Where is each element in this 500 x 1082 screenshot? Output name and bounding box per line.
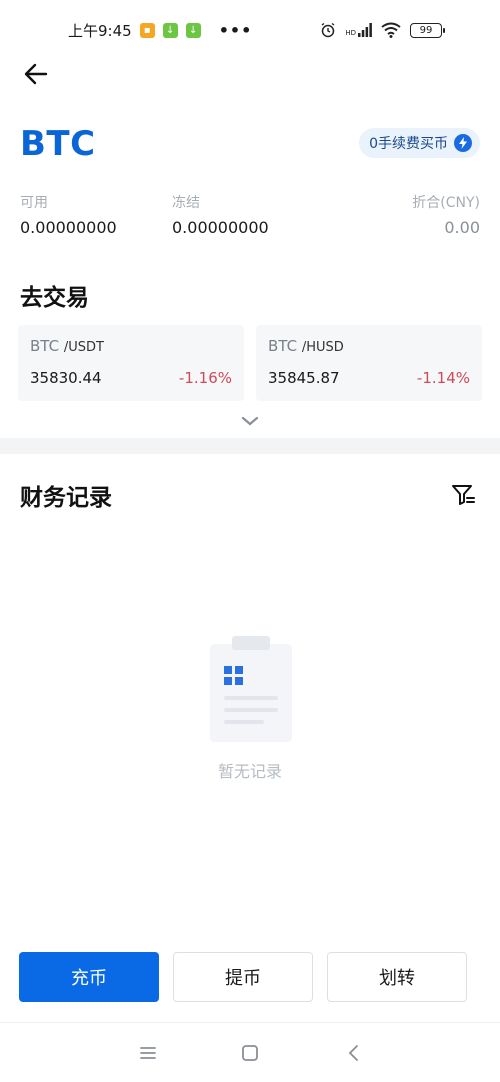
nav-back-icon[interactable] — [342, 1041, 366, 1065]
more-notifications-icon: ••• — [218, 20, 253, 40]
withdraw-button[interactable]: 提币 — [173, 952, 313, 1002]
deposit-button[interactable]: 充币 — [19, 952, 159, 1002]
transfer-button[interactable]: 划转 — [327, 952, 467, 1002]
section-divider — [0, 438, 500, 454]
status-bar: 上午9:45 ▪ ↓ ↓ ••• HD 99 — [0, 0, 500, 60]
pair-name: BTC /USDT — [30, 337, 232, 355]
status-right: HD 99 — [320, 22, 445, 38]
pair-base: BTC — [30, 337, 60, 355]
pair-change: -1.16% — [178, 369, 232, 387]
message-app-icon: ▪ — [139, 22, 155, 38]
signal-icon: HD — [345, 23, 372, 37]
chevron-down-icon[interactable] — [240, 414, 260, 428]
lightning-icon — [454, 134, 472, 152]
coin-title: BTC — [20, 124, 96, 164]
empty-records-text: 暂无记录 — [217, 762, 282, 781]
alarm-icon — [321, 22, 335, 38]
pair-change: -1.14% — [416, 369, 470, 387]
home-icon[interactable] — [238, 1041, 262, 1065]
zero-fee-buy-button[interactable]: 0手续费买币 — [359, 128, 480, 158]
download-icon: ↓ — [162, 22, 178, 38]
pair-stats: 35845.87 -1.14% — [268, 369, 470, 387]
filter-icon[interactable] — [450, 482, 476, 508]
records-title: 财务记录 — [20, 485, 112, 511]
pair-name: BTC /HUSD — [268, 337, 470, 355]
hd-label: HD — [345, 29, 356, 37]
wifi-icon — [381, 22, 401, 38]
pair-quote: /USDT — [63, 340, 104, 355]
status-left: 上午9:45 ▪ ↓ ↓ ••• — [68, 20, 252, 41]
trade-pair-card[interactable]: BTC /HUSD 35845.87 -1.14% — [256, 325, 482, 401]
converted-balance: 折合(CNY) 0.00 — [412, 192, 480, 237]
trade-title: 去交易 — [20, 285, 89, 311]
battery-indicator: 99 — [410, 22, 445, 38]
converted-value: 0.00 — [444, 218, 480, 237]
pair-quote: /HUSD — [301, 340, 344, 355]
back-button[interactable] — [22, 62, 50, 86]
arrow-left-icon — [24, 63, 48, 85]
frozen-label: 冻结 — [172, 195, 200, 211]
system-nav-bar — [0, 1022, 500, 1082]
pair-price: 35845.87 — [268, 369, 340, 387]
available-value: 0.00000000 — [20, 218, 117, 237]
converted-label: 折合(CNY) — [412, 195, 480, 211]
status-time: 上午9:45 — [68, 21, 132, 40]
download-icon-2: ↓ — [185, 22, 201, 38]
available-balance: 可用 0.00000000 — [20, 192, 117, 237]
zero-fee-label: 0手续费买币 — [369, 136, 448, 152]
frozen-value: 0.00000000 — [172, 218, 269, 237]
battery-level: 99 — [419, 24, 433, 36]
trade-pair-card[interactable]: BTC /USDT 35830.44 -1.16% — [18, 325, 244, 401]
available-label: 可用 — [20, 195, 48, 211]
pair-base: BTC — [268, 337, 298, 355]
pair-price: 35830.44 — [30, 369, 102, 387]
frozen-balance: 冻结 0.00000000 — [172, 192, 269, 237]
menu-icon[interactable] — [136, 1041, 160, 1065]
empty-records-illustration — [210, 636, 292, 742]
pair-stats: 35830.44 -1.16% — [30, 369, 232, 387]
